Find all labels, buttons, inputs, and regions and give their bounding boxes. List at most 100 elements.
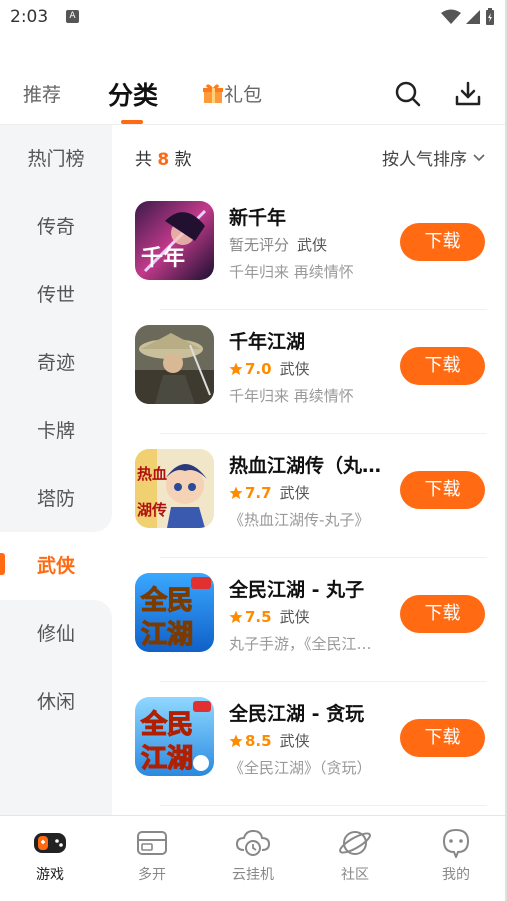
genre-tag: 武侠 bbox=[279, 732, 310, 750]
star-icon bbox=[229, 486, 243, 499]
svg-text:全民: 全民 bbox=[140, 585, 193, 616]
list-item[interactable]: 全民 江湖 全民江湖 - 丸子 7.5 武侠 丸子手游，《全民江湖》 下载 bbox=[112, 558, 507, 682]
game-desc: 千年归来 再续情怀 bbox=[229, 387, 354, 405]
svg-text:千年: 千年 bbox=[141, 245, 185, 271]
sidebar-corner-top bbox=[0, 512, 112, 532]
rating: 8.5 bbox=[229, 732, 272, 750]
sidebar-active-marker bbox=[0, 553, 5, 575]
rating-value: 7.0 bbox=[245, 359, 272, 378]
profile-icon bbox=[442, 828, 470, 858]
bottom-nav-cloud[interactable]: 云挂机 bbox=[213, 828, 293, 884]
battery-icon bbox=[486, 8, 494, 25]
rating-value: 7.7 bbox=[245, 483, 272, 502]
download-button[interactable]: 下载 bbox=[400, 595, 485, 633]
chevron-down-icon bbox=[473, 153, 485, 161]
count-value: 8 bbox=[157, 150, 170, 170]
game-name: 全民江湖 - 贪玩 bbox=[229, 703, 365, 725]
game-name: 千年江湖 bbox=[229, 331, 306, 353]
genre-tag: 武侠 bbox=[279, 608, 310, 626]
sidebar-item-wuxia[interactable]: 武侠 bbox=[0, 532, 112, 600]
top-nav: 推荐 分类 礼包 bbox=[0, 60, 507, 124]
star-icon bbox=[229, 610, 243, 623]
game-meta: 7.7 武侠 bbox=[229, 482, 310, 503]
tab-recommend[interactable]: 推荐 bbox=[23, 80, 61, 107]
game-icon bbox=[135, 325, 214, 404]
bottom-nav-label: 云挂机 bbox=[232, 867, 274, 883]
sidebar-item-chuanshi[interactable]: 传世 bbox=[0, 261, 112, 329]
bottom-nav-label: 多开 bbox=[138, 867, 166, 883]
bottom-nav-community[interactable]: 社区 bbox=[315, 828, 395, 884]
svg-text:江湖: 江湖 bbox=[141, 744, 193, 774]
game-count: 共 8 款 bbox=[135, 145, 192, 170]
svg-text:湖传: 湖传 bbox=[137, 501, 167, 519]
download-button[interactable]: 下载 bbox=[400, 223, 485, 261]
download-icon[interactable] bbox=[454, 80, 482, 108]
game-desc: 《全民江湖》（贪玩） bbox=[229, 759, 372, 777]
bottom-nav-label: 社区 bbox=[341, 867, 369, 883]
game-desc: 丸子手游，《全民江湖》 bbox=[229, 635, 381, 653]
sort-dropdown[interactable]: 按人气排序 bbox=[382, 145, 485, 170]
game-icon: 千年 bbox=[135, 201, 214, 280]
game-meta: 暂无评分 武侠 bbox=[229, 234, 327, 255]
genre-tag: 武侠 bbox=[279, 360, 310, 378]
rating: 7.0 bbox=[229, 360, 272, 378]
download-button[interactable]: 下载 bbox=[400, 347, 485, 385]
game-name: 全民江湖 - 丸子 bbox=[229, 579, 365, 601]
sort-label: 按人气排序 bbox=[382, 150, 467, 170]
rating-value: 7.5 bbox=[245, 607, 272, 626]
gamepad-icon bbox=[34, 833, 66, 853]
bottom-nav-profile[interactable]: 我的 bbox=[416, 828, 496, 884]
gift-icon bbox=[203, 84, 223, 103]
svg-text:江湖: 江湖 bbox=[141, 620, 193, 650]
game-name: 新千年 bbox=[229, 207, 287, 229]
count-prefix: 共 bbox=[135, 150, 152, 170]
list-item[interactable]: 全民 江湖 全民江湖 - 贪玩 8.5 武侠 《全民江湖》（贪玩） 下载 bbox=[112, 682, 507, 806]
category-sidebar: 热门榜 传奇 传世 奇迹 卡牌 塔防 武侠 修仙 休闲 bbox=[0, 125, 112, 815]
svg-text:热血: 热血 bbox=[137, 465, 167, 483]
search-icon[interactable] bbox=[394, 80, 422, 108]
system-icons bbox=[441, 8, 495, 26]
list-item[interactable]: 千年 新千年 暂无评分 武侠 千年归来 再续情怀 下载 bbox=[112, 186, 507, 310]
cloud-clock-icon bbox=[235, 829, 271, 856]
status-time: 2:03 bbox=[10, 7, 49, 27]
bottom-nav-games[interactable]: 游戏 bbox=[10, 828, 90, 884]
bottom-nav-multi[interactable]: 多开 bbox=[112, 828, 192, 884]
game-desc: 《热血江湖传-丸子》 bbox=[229, 511, 370, 529]
svg-text:全民: 全民 bbox=[140, 709, 193, 740]
sidebar-item-casual[interactable]: 休闲 bbox=[0, 668, 112, 736]
download-button[interactable]: 下载 bbox=[400, 471, 485, 509]
genre-tag: 武侠 bbox=[297, 236, 328, 254]
notification-icon: A bbox=[66, 10, 79, 23]
game-name: 热血江湖传（丸子） bbox=[229, 455, 389, 477]
wifi-icon bbox=[441, 9, 461, 24]
rating-value: 8.5 bbox=[245, 731, 272, 750]
tab-category[interactable]: 分类 bbox=[108, 76, 158, 112]
rating: 7.5 bbox=[229, 608, 272, 626]
list-item[interactable]: 热血 湖传 热血江湖传（丸子） 7.7 武侠 《热血江湖传-丸子》 下载 bbox=[112, 434, 507, 558]
star-icon bbox=[229, 734, 243, 747]
status-bar: 2:03 A bbox=[0, 0, 507, 36]
row-divider bbox=[160, 805, 487, 806]
planet-icon bbox=[339, 831, 371, 855]
bottom-nav-label: 游戏 bbox=[36, 867, 64, 883]
sidebar-item-legend[interactable]: 传奇 bbox=[0, 193, 112, 261]
multi-window-icon bbox=[137, 831, 167, 855]
signal-icon bbox=[466, 10, 480, 24]
sidebar-item-miracle[interactable]: 奇迹 bbox=[0, 329, 112, 397]
tab-gift[interactable]: 礼包 bbox=[224, 80, 262, 107]
rating-text: 暂无评分 bbox=[229, 236, 290, 254]
sidebar-item-card[interactable]: 卡牌 bbox=[0, 397, 112, 465]
bottom-nav-label: 我的 bbox=[442, 867, 470, 883]
game-icon: 热血 湖传 bbox=[135, 449, 214, 528]
download-button[interactable]: 下载 bbox=[400, 719, 485, 757]
game-meta: 7.5 武侠 bbox=[229, 606, 310, 627]
game-meta: 8.5 武侠 bbox=[229, 730, 310, 751]
game-icon: 全民 江湖 bbox=[135, 573, 214, 652]
rating: 7.7 bbox=[229, 484, 272, 502]
genre-tag: 武侠 bbox=[279, 484, 310, 502]
sidebar-item-xiuxian[interactable]: 修仙 bbox=[0, 600, 112, 668]
count-suffix: 款 bbox=[174, 150, 192, 170]
list-item[interactable]: 千年江湖 7.0 武侠 千年归来 再续情怀 下载 bbox=[112, 310, 507, 434]
sidebar-item-hot[interactable]: 热门榜 bbox=[0, 125, 112, 193]
game-meta: 7.0 武侠 bbox=[229, 358, 310, 379]
